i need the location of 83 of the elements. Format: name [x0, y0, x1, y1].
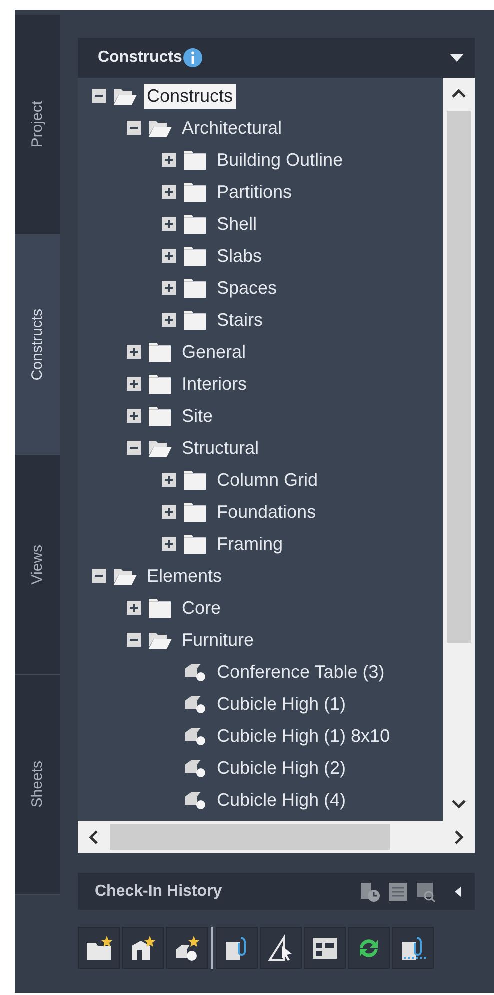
scrollbar-thumb[interactable]	[447, 111, 471, 643]
side-tab[interactable]: Constructs	[15, 235, 60, 455]
collapse-icon[interactable]	[92, 89, 106, 103]
block-icon	[182, 789, 208, 811]
collapse-icon[interactable]	[127, 121, 141, 135]
folder-icon	[182, 501, 208, 523]
folder-icon	[182, 245, 208, 267]
tree-item[interactable]: Slabs	[214, 244, 266, 268]
folder-icon	[182, 309, 208, 331]
block-icon	[182, 661, 208, 683]
collapse-icon[interactable]	[92, 569, 106, 583]
expand-icon[interactable]	[127, 377, 141, 391]
folder-icon	[147, 597, 173, 619]
toolbar-button[interactable]	[166, 927, 208, 969]
section-title: Check-In History	[95, 882, 222, 900]
expand-icon[interactable]	[162, 217, 176, 231]
tree-item[interactable]: Constructs	[144, 84, 236, 108]
expand-icon[interactable]	[162, 313, 176, 327]
horizontal-scrollbar[interactable]	[78, 821, 475, 853]
block-icon	[182, 693, 208, 715]
side-tab[interactable]: Project	[15, 15, 60, 235]
toolbar-button[interactable]	[122, 927, 164, 969]
folder-icon	[182, 213, 208, 235]
folder-icon	[182, 469, 208, 491]
toolbar-button[interactable]	[304, 927, 346, 969]
block-icon	[182, 725, 208, 747]
tree-item[interactable]: Site	[179, 404, 216, 428]
folder-icon	[182, 149, 208, 171]
search-icon[interactable]	[415, 880, 437, 902]
folder-icon	[182, 533, 208, 555]
expand-icon[interactable]	[162, 537, 176, 551]
toolbar-button[interactable]	[260, 927, 302, 969]
toolbar-button[interactable]	[348, 927, 390, 969]
expand-icon[interactable]	[162, 249, 176, 263]
toolbar-button[interactable]	[216, 927, 258, 969]
tree-item[interactable]: Interiors	[179, 372, 250, 396]
expand-icon[interactable]	[162, 185, 176, 199]
tree-item[interactable]: Cubicle High (4)	[214, 788, 350, 812]
expand-icon[interactable]	[127, 409, 141, 423]
side-tab[interactable]: Views	[15, 455, 60, 675]
folder-icon	[182, 277, 208, 299]
dropdown-icon[interactable]	[449, 53, 465, 63]
history-icon[interactable]	[359, 880, 381, 902]
tree-item[interactable]: Architectural	[179, 116, 286, 140]
scrollbar-thumb[interactable]	[110, 824, 390, 850]
expand-icon[interactable]	[127, 601, 141, 615]
collapse-icon[interactable]	[127, 441, 141, 455]
tree-item[interactable]: Structural	[179, 436, 262, 460]
folder-icon	[182, 181, 208, 203]
expand-icon[interactable]	[162, 505, 176, 519]
tree-item[interactable]: Column Grid	[214, 468, 322, 492]
tree-item[interactable]: Framing	[214, 532, 286, 556]
info-icon[interactable]	[183, 48, 204, 68]
tree-item[interactable]: Building Outline	[214, 148, 346, 172]
block-icon	[182, 757, 208, 779]
side-tab[interactable]: Sheets	[15, 675, 60, 895]
tree-item[interactable]: Spaces	[214, 276, 280, 300]
vertical-scrollbar[interactable]	[443, 78, 475, 821]
list-icon[interactable]	[387, 880, 409, 902]
collapse-icon[interactable]	[127, 633, 141, 647]
tree-item[interactable]: Conference Table (3)	[214, 660, 388, 684]
toolbar-button[interactable]	[392, 927, 434, 969]
tree-item[interactable]: Cubicle High (2)	[214, 756, 350, 780]
tree-item[interactable]: Cubicle High (1)	[214, 692, 350, 716]
expand-icon[interactable]	[162, 153, 176, 167]
tree-item[interactable]: Foundations	[214, 500, 320, 524]
folder-icon	[147, 405, 173, 427]
new-category-icon	[84, 934, 114, 962]
toolbar-button[interactable]	[78, 927, 120, 969]
folder-icon	[147, 341, 173, 363]
tree-item[interactable]: Cubicle High (1) 8x10	[214, 724, 394, 748]
expand-icon[interactable]	[127, 345, 141, 359]
tree-item[interactable]: Stairs	[214, 308, 266, 332]
tree-item[interactable]: Core	[179, 596, 224, 620]
tree-item[interactable]: General	[179, 340, 250, 364]
panel-title: Constructs	[98, 49, 182, 67]
tree-item[interactable]: Shell	[214, 212, 260, 236]
tree-item[interactable]: Furniture	[179, 628, 258, 652]
tree-item[interactable]: Partitions	[214, 180, 296, 204]
expand-icon[interactable]	[162, 473, 176, 487]
folder-icon	[147, 373, 173, 395]
tree-item[interactable]: Elements	[144, 564, 226, 588]
expand-icon[interactable]	[162, 281, 176, 295]
